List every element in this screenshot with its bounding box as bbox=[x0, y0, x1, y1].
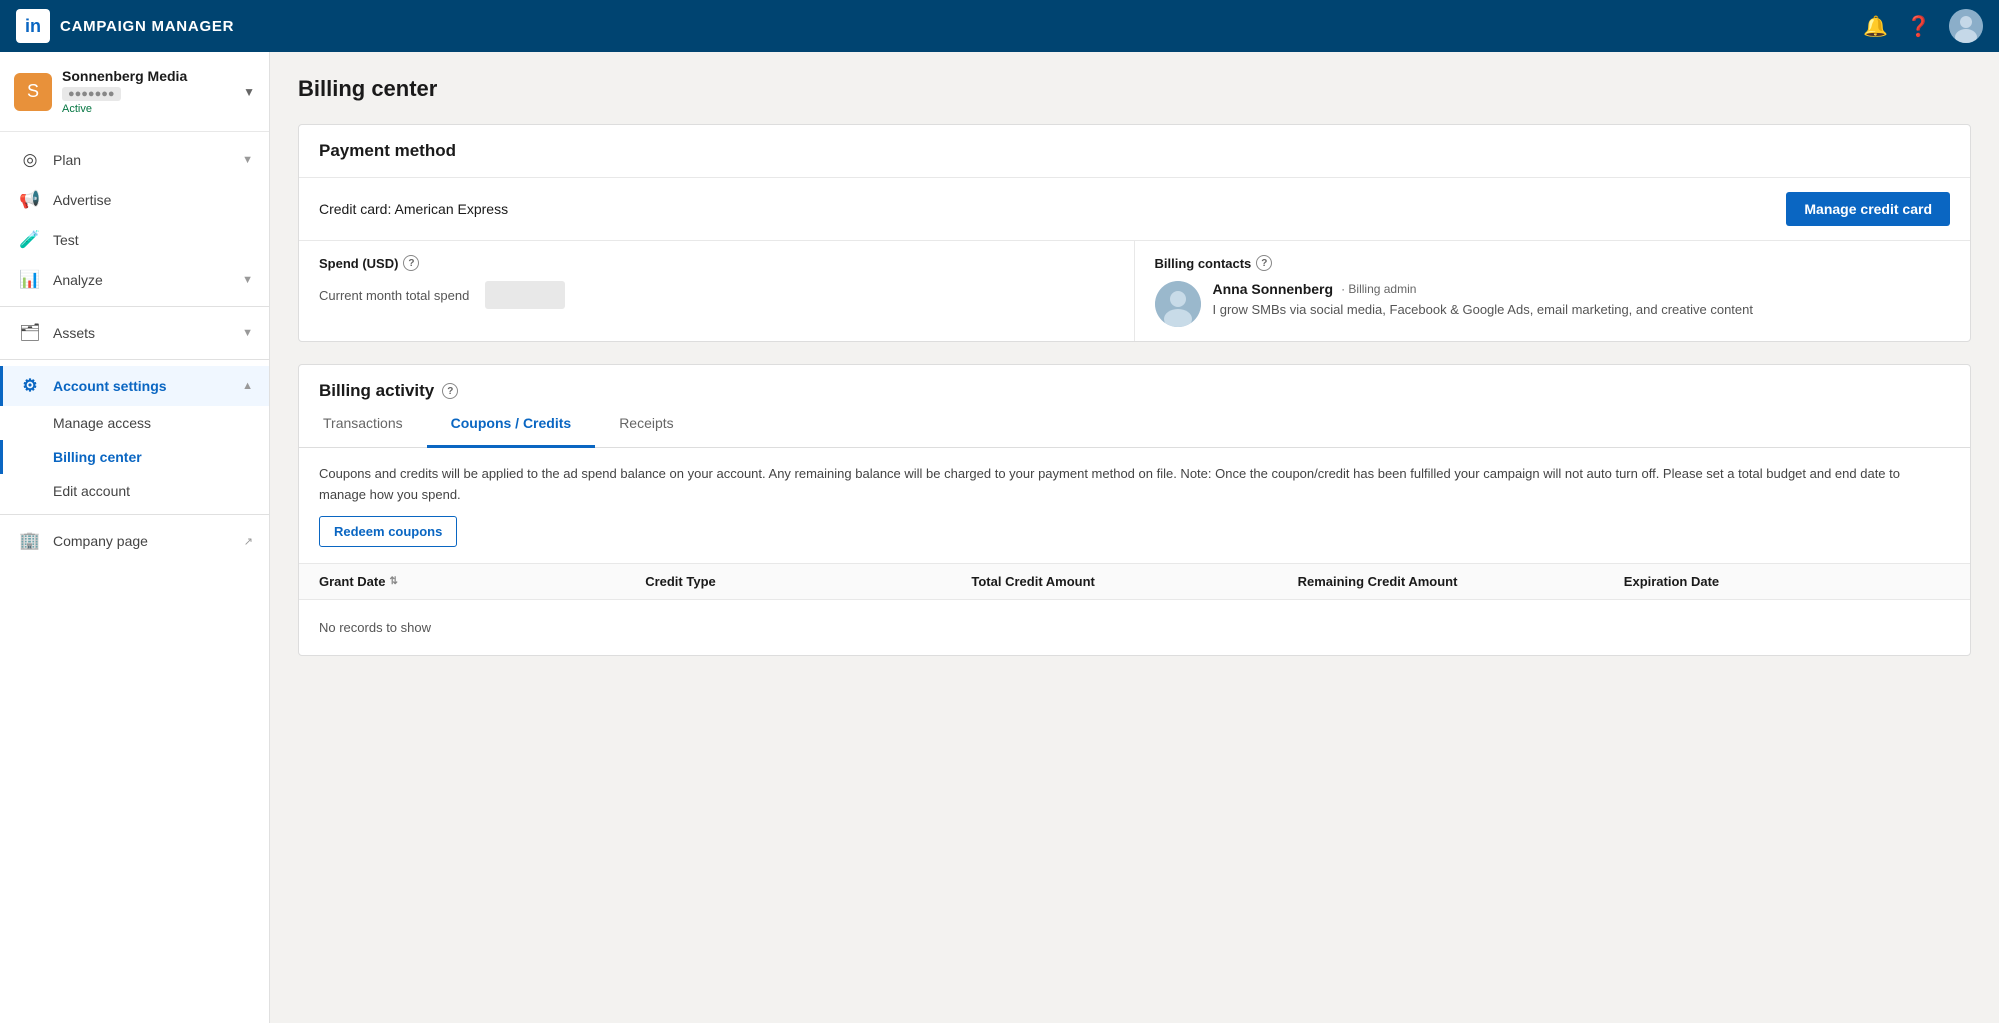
billing-activity-card: Billing activity ? Transactions Coupons … bbox=[298, 364, 1971, 656]
help-icon[interactable]: ❓ bbox=[1906, 14, 1931, 39]
sidebar-subitem-billing-center[interactable]: Billing center bbox=[0, 440, 269, 474]
redeem-coupons-button[interactable]: Redeem coupons bbox=[319, 516, 457, 547]
manage-credit-card-button[interactable]: Manage credit card bbox=[1786, 192, 1950, 226]
manage-access-label: Manage access bbox=[53, 415, 151, 431]
notifications-icon[interactable]: 🔔 bbox=[1863, 14, 1888, 39]
coupons-table-header: Grant Date ⇅ Credit Type Total Credit Am… bbox=[299, 564, 1970, 600]
account-icon: S bbox=[14, 73, 52, 111]
sidebar-subitem-manage-access[interactable]: Manage access bbox=[0, 406, 269, 440]
top-navigation: in CAMPAIGN MANAGER 🔔 ❓ bbox=[0, 0, 1999, 52]
billing-activity-header: Billing activity ? bbox=[299, 365, 1970, 401]
plan-icon: ◎ bbox=[19, 150, 41, 170]
sidebar-item-advertise-label: Advertise bbox=[53, 192, 253, 208]
sidebar-item-analyze[interactable]: 📊 Analyze ▼ bbox=[0, 260, 269, 300]
contact-details: Anna Sonnenberg · Billing admin I grow S… bbox=[1213, 281, 1753, 319]
billing-contacts-help-icon[interactable]: ? bbox=[1256, 255, 1272, 271]
sidebar-item-test[interactable]: 🧪 Test bbox=[0, 220, 269, 260]
billing-contact-row: Anna Sonnenberg · Billing admin I grow S… bbox=[1155, 281, 1951, 327]
spend-value-placeholder bbox=[485, 281, 565, 309]
sidebar-item-analyze-label: Analyze bbox=[53, 272, 230, 288]
current-month-label: Current month total spend bbox=[319, 288, 469, 303]
test-icon: 🧪 bbox=[19, 230, 41, 250]
assets-icon: 🗂 bbox=[19, 323, 41, 343]
tab-transactions[interactable]: Transactions bbox=[299, 401, 427, 448]
sidebar-item-assets[interactable]: 🗂 Assets ▼ bbox=[0, 313, 269, 353]
contact-avatar bbox=[1155, 281, 1201, 327]
table-empty-message: No records to show bbox=[299, 600, 1970, 655]
assets-chevron-icon: ▼ bbox=[242, 327, 253, 339]
main-content: Billing center Payment method Credit car… bbox=[270, 52, 1999, 1023]
plan-chevron-icon: ▼ bbox=[242, 154, 253, 166]
account-status: Active bbox=[62, 103, 233, 115]
contact-name: Anna Sonnenberg bbox=[1213, 281, 1334, 297]
th-expiration-date: Expiration Date bbox=[1624, 574, 1950, 589]
billing-activity-help-icon[interactable]: ? bbox=[442, 383, 458, 399]
external-link-icon: ↗ bbox=[244, 535, 253, 548]
sidebar-item-account-settings-label: Account settings bbox=[53, 378, 230, 394]
th-total-credit-amount: Total Credit Amount bbox=[971, 574, 1297, 589]
payment-method-card: Payment method Credit card: American Exp… bbox=[298, 124, 1971, 342]
account-id: ●●●●●●● bbox=[62, 87, 121, 101]
account-info: Sonnenberg Media ●●●●●●● Active bbox=[62, 68, 233, 115]
credit-card-text: Credit card: American Express bbox=[319, 201, 508, 217]
sort-icon[interactable]: ⇅ bbox=[389, 576, 397, 587]
sidebar-item-account-settings[interactable]: ⚙ Account settings ▲ bbox=[0, 366, 269, 406]
spend-section: Spend (USD) ? Current month total spend bbox=[299, 241, 1135, 341]
analyze-chevron-icon: ▼ bbox=[242, 274, 253, 286]
account-settings-icon: ⚙ bbox=[19, 376, 41, 396]
topnav-right: 🔔 ❓ bbox=[1863, 9, 1983, 43]
sidebar-subitem-edit-account[interactable]: Edit account bbox=[0, 474, 269, 508]
sidebar-item-plan[interactable]: ◎ Plan ▼ bbox=[0, 140, 269, 180]
spend-billing-grid: Spend (USD) ? Current month total spend … bbox=[299, 241, 1970, 341]
linkedin-logo[interactable]: in bbox=[16, 9, 50, 43]
advertise-icon: 📢 bbox=[19, 190, 41, 210]
analyze-icon: 📊 bbox=[19, 270, 41, 290]
account-name: Sonnenberg Media bbox=[62, 68, 233, 84]
tab-coupons-credits[interactable]: Coupons / Credits bbox=[427, 401, 596, 448]
user-avatar[interactable] bbox=[1949, 9, 1983, 43]
edit-account-label: Edit account bbox=[53, 483, 130, 499]
sidebar-item-company-page-label: Company page bbox=[53, 533, 232, 549]
topnav-left: in CAMPAIGN MANAGER bbox=[16, 9, 234, 43]
billing-center-label: Billing center bbox=[53, 449, 142, 465]
coupons-description-section: Coupons and credits will be applied to t… bbox=[299, 448, 1970, 564]
sidebar-item-test-label: Test bbox=[53, 232, 253, 248]
sidebar-item-advertise[interactable]: 📢 Advertise bbox=[0, 180, 269, 220]
company-page-icon: 🏢 bbox=[19, 531, 41, 551]
contact-role: · Billing admin bbox=[1341, 282, 1416, 296]
coupons-description-text: Coupons and credits will be applied to t… bbox=[319, 466, 1900, 502]
tab-receipts[interactable]: Receipts bbox=[595, 401, 697, 448]
app-title: CAMPAIGN MANAGER bbox=[60, 18, 234, 35]
sidebar-item-company-page[interactable]: 🏢 Company page ↗ bbox=[0, 521, 269, 561]
payment-method-bar: Credit card: American Express Manage cre… bbox=[299, 178, 1970, 241]
sidebar-nav: ◎ Plan ▼ 📢 Advertise 🧪 Test 📊 Analyze ▼ … bbox=[0, 132, 269, 569]
th-grant-date: Grant Date ⇅ bbox=[319, 574, 645, 589]
account-selector[interactable]: S Sonnenberg Media ●●●●●●● Active ▼ bbox=[0, 52, 269, 132]
th-credit-type: Credit Type bbox=[645, 574, 971, 589]
account-settings-chevron-icon: ▲ bbox=[242, 380, 253, 392]
sidebar: S Sonnenberg Media ●●●●●●● Active ▼ ◎ Pl… bbox=[0, 52, 270, 1023]
page-title: Billing center bbox=[298, 76, 1971, 102]
account-settings-subitems: Manage access Billing center Edit accoun… bbox=[0, 406, 269, 508]
billing-activity-tabs: Transactions Coupons / Credits Receipts bbox=[299, 401, 1970, 448]
payment-method-header: Payment method bbox=[299, 125, 1970, 178]
sidebar-item-plan-label: Plan bbox=[53, 152, 230, 168]
th-remaining-credit-amount: Remaining Credit Amount bbox=[1298, 574, 1624, 589]
contact-bio: I grow SMBs via social media, Facebook &… bbox=[1213, 301, 1753, 319]
account-chevron-icon: ▼ bbox=[243, 85, 255, 99]
billing-contacts-section: Billing contacts ? bbox=[1135, 241, 1971, 341]
billing-contacts-label: Billing contacts ? bbox=[1155, 255, 1951, 271]
spend-row: Current month total spend bbox=[319, 281, 1114, 309]
spend-label: Spend (USD) ? bbox=[319, 255, 1114, 271]
spend-help-icon[interactable]: ? bbox=[403, 255, 419, 271]
sidebar-item-assets-label: Assets bbox=[53, 325, 230, 341]
